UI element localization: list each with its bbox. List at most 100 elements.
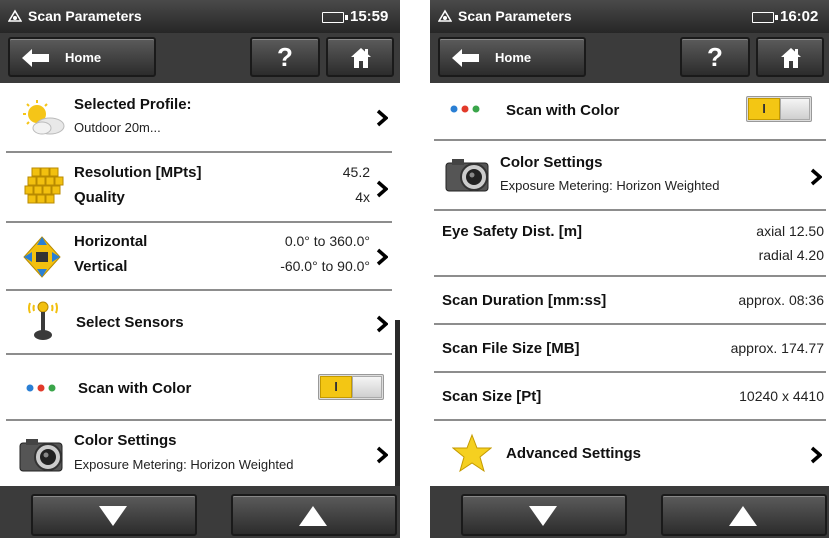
- toggle-knob: [780, 98, 810, 120]
- toolbar: Home ?: [430, 33, 829, 83]
- color-dots-icon: [450, 105, 480, 113]
- help-button[interactable]: ?: [250, 37, 320, 77]
- parameter-list: Scan with Color I Color Settings Exposur…: [430, 83, 829, 486]
- status-time: 16:02: [780, 8, 819, 25]
- scan-size-row: Scan Size [Pt] 10240 x 4410: [434, 373, 826, 421]
- scan-with-color-label: Scan with Color: [78, 380, 192, 397]
- scroll-down-button[interactable]: [461, 494, 627, 536]
- help-icon: ?: [277, 42, 293, 72]
- bottom-nav: [0, 486, 400, 538]
- home-button-label: Home: [495, 50, 532, 65]
- camera-icon: [445, 159, 489, 192]
- house-button[interactable]: [756, 37, 824, 77]
- chevron-right-icon: [376, 109, 388, 127]
- status-bar: Scan Parameters 16:02: [430, 0, 829, 33]
- house-icon: [351, 48, 371, 68]
- chevron-right-icon: [376, 315, 388, 333]
- scroll-up-button[interactable]: [231, 494, 397, 536]
- chevron-right-icon: [810, 446, 822, 464]
- resolution-label: Resolution [MPts]: [74, 164, 202, 181]
- battery-icon: [322, 12, 348, 23]
- chevron-right-icon: [810, 168, 822, 186]
- advanced-settings-label: Advanced Settings: [506, 445, 642, 462]
- scan-with-color-row: Scan with Color I: [6, 355, 392, 421]
- house-button[interactable]: [326, 37, 394, 77]
- advanced-settings-row[interactable]: Advanced Settings: [434, 421, 826, 486]
- scan-size-label: Scan Size [Pt]: [442, 388, 542, 405]
- field-of-view-row[interactable]: Horizontal 0.0° to 360.0° Vertical -60.0…: [6, 223, 392, 291]
- arrow-up-icon: [299, 506, 327, 526]
- logo-icon: [8, 9, 22, 22]
- selected-profile-row[interactable]: Selected Profile: Outdoor 20m...: [6, 83, 392, 153]
- select-sensors-label: Select Sensors: [76, 314, 184, 331]
- horizontal-label: Horizontal: [74, 233, 148, 250]
- color-dots-icon: [26, 384, 56, 392]
- scroll-down-button[interactable]: [31, 494, 197, 536]
- toolbar: Home ?: [0, 33, 400, 83]
- weather-icon: [23, 100, 65, 135]
- select-sensors-row[interactable]: Select Sensors: [6, 291, 392, 355]
- status-time: 15:59: [350, 8, 389, 25]
- bottom-nav: [430, 486, 829, 538]
- resolution-grid-icon: [24, 167, 64, 204]
- chevron-right-icon: [376, 248, 388, 266]
- eye-safety-row: Eye Safety Dist. [m] axial 12.50 radial …: [434, 211, 826, 277]
- scan-with-color-toggle[interactable]: I: [318, 374, 384, 400]
- help-icon: ?: [707, 42, 723, 72]
- status-bar: Scan Parameters 15:59: [0, 0, 400, 33]
- scan-file-size-row: Scan File Size [MB] approx. 174.77: [434, 325, 826, 373]
- scan-parameters-screen-2: Scan Parameters 16:02 Home ? Scan with C…: [430, 0, 829, 538]
- direction-icon: [23, 236, 61, 278]
- color-settings-label: Color Settings: [500, 154, 603, 171]
- scan-with-color-row: Scan with Color I: [434, 83, 826, 141]
- scan-with-color-toggle[interactable]: I: [746, 96, 812, 122]
- resolution-value: 45.2: [342, 164, 370, 180]
- scrollbar-thumb[interactable]: [395, 320, 400, 488]
- eye-safety-axial: axial 12.50: [756, 223, 824, 239]
- scan-size-value: 10240 x 4410: [739, 388, 824, 404]
- scan-file-size-label: Scan File Size [MB]: [442, 340, 580, 357]
- chevron-right-icon: [376, 446, 388, 464]
- scroll-up-button[interactable]: [661, 494, 827, 536]
- toggle-knob: [352, 376, 382, 398]
- star-icon: [452, 433, 492, 473]
- status-title: Scan Parameters: [28, 8, 142, 24]
- resolution-row[interactable]: Resolution [MPts] 45.2 Quality 4x: [6, 153, 392, 223]
- home-button[interactable]: Home: [438, 37, 586, 77]
- chevron-right-icon: [376, 180, 388, 198]
- arrow-down-icon: [529, 506, 557, 526]
- profile-title: Selected Profile:: [74, 96, 192, 113]
- home-button-label: Home: [65, 50, 102, 65]
- toggle-on-indicator: I: [320, 376, 352, 398]
- color-settings-row[interactable]: Color Settings Exposure Metering: Horizo…: [434, 141, 826, 211]
- battery-icon: [752, 12, 778, 23]
- help-button[interactable]: ?: [680, 37, 750, 77]
- logo-icon: [438, 9, 452, 22]
- scan-duration-value: approx. 08:36: [738, 292, 824, 308]
- back-arrow-icon: [452, 49, 479, 67]
- scan-duration-label: Scan Duration [mm:ss]: [442, 292, 607, 309]
- house-icon: [781, 48, 801, 68]
- color-settings-value: Exposure Metering: Horizon Weighted: [500, 178, 720, 193]
- arrow-down-icon: [99, 506, 127, 526]
- quality-value: 4x: [355, 189, 370, 205]
- parameter-list: Selected Profile: Outdoor 20m... Resolut…: [0, 83, 400, 486]
- scan-with-color-label: Scan with Color: [506, 102, 620, 119]
- status-title: Scan Parameters: [458, 8, 572, 24]
- eye-safety-label: Eye Safety Dist. [m]: [442, 223, 583, 240]
- scan-duration-row: Scan Duration [mm:ss] approx. 08:36: [434, 277, 826, 325]
- horizontal-value: 0.0° to 360.0°: [284, 233, 370, 249]
- arrow-up-icon: [729, 506, 757, 526]
- toggle-on-indicator: I: [748, 98, 780, 120]
- color-settings-row[interactable]: Color Settings Exposure Metering: Horizo…: [6, 421, 392, 486]
- sensor-icon: [28, 301, 58, 340]
- color-settings-label: Color Settings: [74, 432, 177, 449]
- profile-value: Outdoor 20m...: [74, 120, 161, 135]
- scan-parameters-screen-1: Scan Parameters 15:59 Home ? Selected Pr…: [0, 0, 400, 538]
- camera-icon: [19, 439, 63, 472]
- quality-label: Quality: [74, 189, 125, 206]
- eye-safety-radial: radial 4.20: [758, 247, 824, 263]
- home-button[interactable]: Home: [8, 37, 156, 77]
- color-settings-value: Exposure Metering: Horizon Weighted: [74, 457, 294, 472]
- vertical-value: -60.0° to 90.0°: [280, 258, 370, 274]
